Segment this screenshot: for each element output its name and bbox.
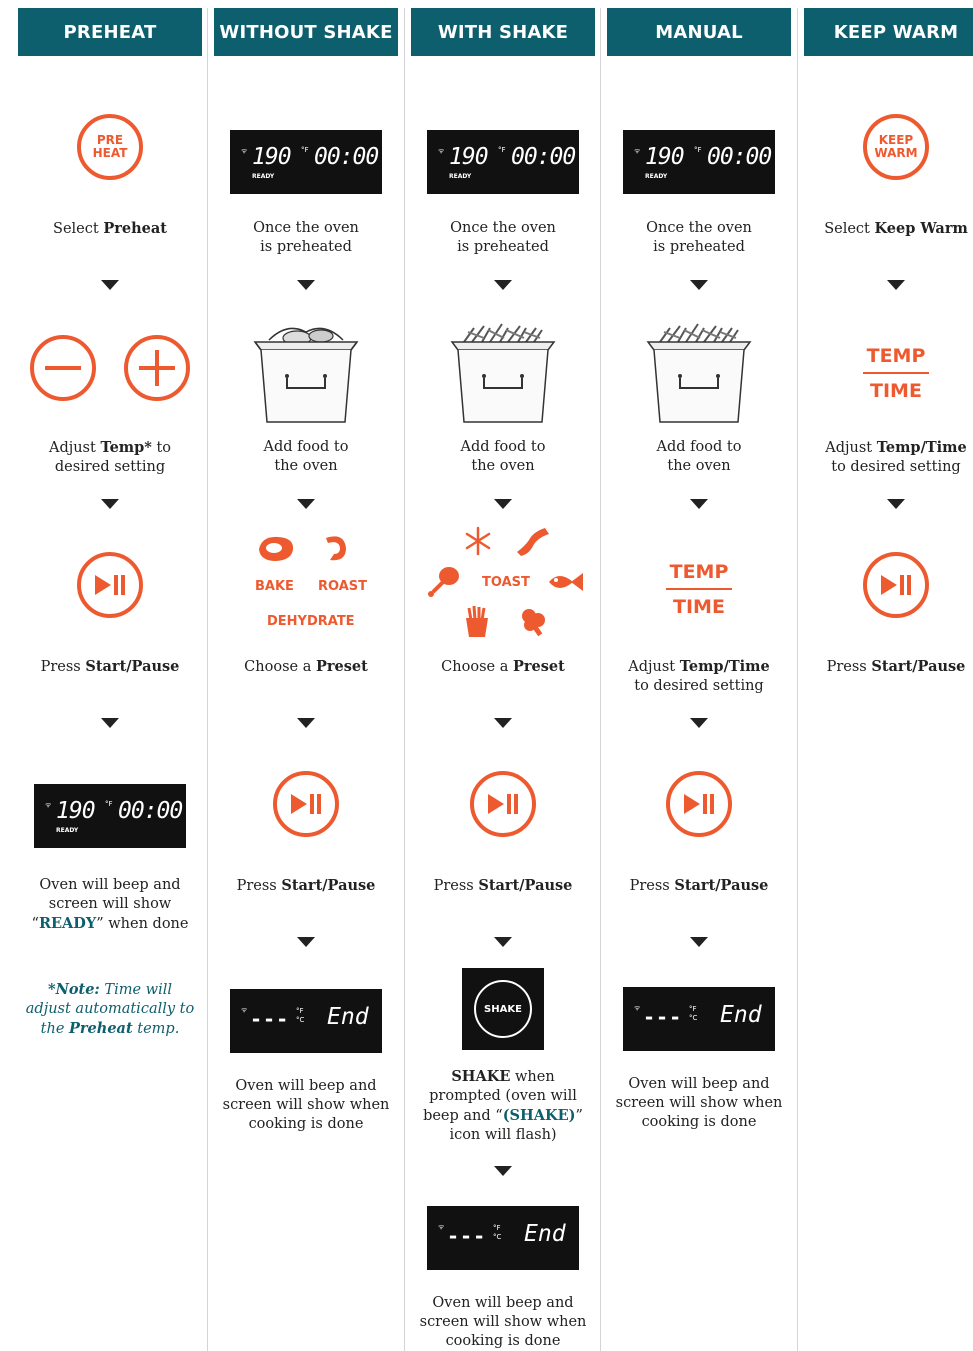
step-text: Once the oven is preheated (253, 220, 359, 255)
step-text: Adjust Temp/Time to desired setting (628, 658, 770, 694)
preset-dehydrate: DEHYDRATE (267, 614, 355, 629)
arrow-down-icon (690, 499, 708, 509)
arrow-down-icon (690, 718, 708, 728)
start-pause-icon (863, 552, 929, 618)
temp-time-icon: TEMP TIME (666, 560, 732, 619)
header-preheat: PREHEAT (18, 8, 202, 56)
step-text: Choose a Preset (441, 658, 565, 675)
column-divider (207, 8, 208, 1351)
arrow-down-icon (494, 499, 512, 509)
shrimp-icon (326, 536, 346, 561)
temp-time-icon: TEMP TIME (863, 344, 929, 403)
preheat-button-icon: PRE HEAT (77, 114, 143, 180)
oven-display-end: ᯤ --- °F °C End (623, 987, 775, 1051)
oven-display-end: ᯤ --- °F °C End (230, 989, 382, 1053)
minus-plus-icons (18, 333, 202, 403)
arrow-down-icon (494, 718, 512, 728)
step-text: Oven will beep and screen will show when c… (222, 1078, 390, 1132)
preset-bake: BAKE (255, 579, 294, 594)
arrow-down-icon (101, 280, 119, 290)
shake-icon: SHAKE (462, 968, 544, 1050)
snowflake-icon (465, 526, 491, 556)
keep-warm-button-icon: KEEP WARM (863, 114, 929, 180)
bacon-icon (517, 528, 549, 556)
header-manual: MANUAL (607, 8, 791, 56)
column-with-shake: WITH SHAKE ᯤ 190 °F 00:00 READY Once the ove… (411, 0, 595, 1351)
arrow-down-icon (297, 937, 315, 947)
step-text: Press Start/Pause (40, 658, 180, 675)
oven-display-ready: ᯤ 190 °F 00:00 READY (623, 130, 775, 194)
column-manual: MANUAL ᯤ 190 °F 00:00 READY Once the oven is … (607, 0, 791, 1351)
preset-icons: TOAST (411, 522, 595, 642)
step-text: Oven will beep and screen will show when c… (419, 1295, 587, 1349)
steak-icon (259, 536, 294, 561)
step-text: Press Start/Pause (236, 877, 376, 894)
fries-icon (466, 606, 488, 637)
header-without-shake: WITHOUT SHAKE (214, 8, 398, 56)
header-with-shake: WITH SHAKE (411, 8, 595, 56)
step-text: Select Preheat (53, 220, 167, 237)
preset-icons: BAKE ROAST DEHYDRATE (214, 530, 398, 635)
step-text: Press Start/Pause (826, 658, 966, 675)
arrow-down-icon (297, 718, 315, 728)
chicken-leg-icon (428, 567, 459, 597)
column-divider (797, 8, 798, 1351)
arrow-down-icon (101, 718, 119, 728)
column-keep-warm: KEEP WARM KEEP WARM Select Keep Warm TEMP… (804, 0, 973, 1351)
arrow-down-icon (101, 499, 119, 509)
preset-toast: TOAST (482, 575, 530, 590)
step-text: Oven will beep and screen will show “READY… (31, 877, 189, 932)
basket-fries-icon (411, 318, 595, 428)
arrow-down-icon (297, 499, 315, 509)
broccoli-icon (522, 609, 545, 637)
oven-display-ready: ᯤ 190 °F 00:00 READY (230, 130, 382, 194)
step-text: Oven will beep and screen will show when c… (615, 1076, 783, 1130)
step-text: Choose a Preset (244, 658, 368, 675)
arrow-down-icon (494, 280, 512, 290)
note-text: *Note: Time will adjust automatically to t… (25, 981, 195, 1037)
step-text: Add food to the oven (460, 439, 546, 474)
column-divider (404, 8, 405, 1351)
column-without-shake: WITHOUT SHAKE ᯤ 190 °F 00:00 READY Once the … (214, 0, 398, 1351)
oven-display-end: ᯤ --- °F °C End (427, 1206, 579, 1270)
column-divider (600, 8, 601, 1351)
arrow-down-icon (494, 937, 512, 947)
step-text: SHAKE when prompted (oven will beep and “(… (423, 1068, 583, 1143)
step-text: Add food to the oven (263, 439, 349, 474)
step-text: Once the oven is preheated (646, 220, 752, 255)
arrow-down-icon (494, 1166, 512, 1176)
step-text: Press Start/Pause (433, 877, 573, 894)
arrow-down-icon (690, 937, 708, 947)
oven-display-ready: ᯤ 190 °F 00:00 READY (34, 784, 186, 848)
arrow-down-icon (887, 280, 905, 290)
basket-icon (214, 318, 398, 428)
fish-icon (549, 573, 583, 591)
start-pause-icon (273, 771, 339, 837)
step-text: Press Start/Pause (629, 877, 769, 894)
start-pause-icon (77, 552, 143, 618)
step-text: Add food to the oven (656, 439, 742, 474)
arrow-down-icon (297, 280, 315, 290)
start-pause-icon (470, 771, 536, 837)
step-text: Adjust Temp* to desired setting (48, 439, 172, 475)
basket-fries-icon (607, 318, 791, 428)
arrow-down-icon (690, 280, 708, 290)
arrow-down-icon (887, 499, 905, 509)
oven-display-ready: ᯤ 190 °F 00:00 READY (427, 130, 579, 194)
step-text: Once the oven is preheated (450, 220, 556, 255)
preset-roast: ROAST (318, 579, 368, 594)
step-text: Select Keep Warm (824, 220, 968, 237)
header-keep-warm: KEEP WARM (804, 8, 973, 56)
step-text: Adjust Temp/Time to desired setting (825, 439, 967, 475)
column-preheat: PREHEAT PRE HEAT Select Preheat Adjust Te… (18, 0, 202, 1351)
start-pause-icon (666, 771, 732, 837)
